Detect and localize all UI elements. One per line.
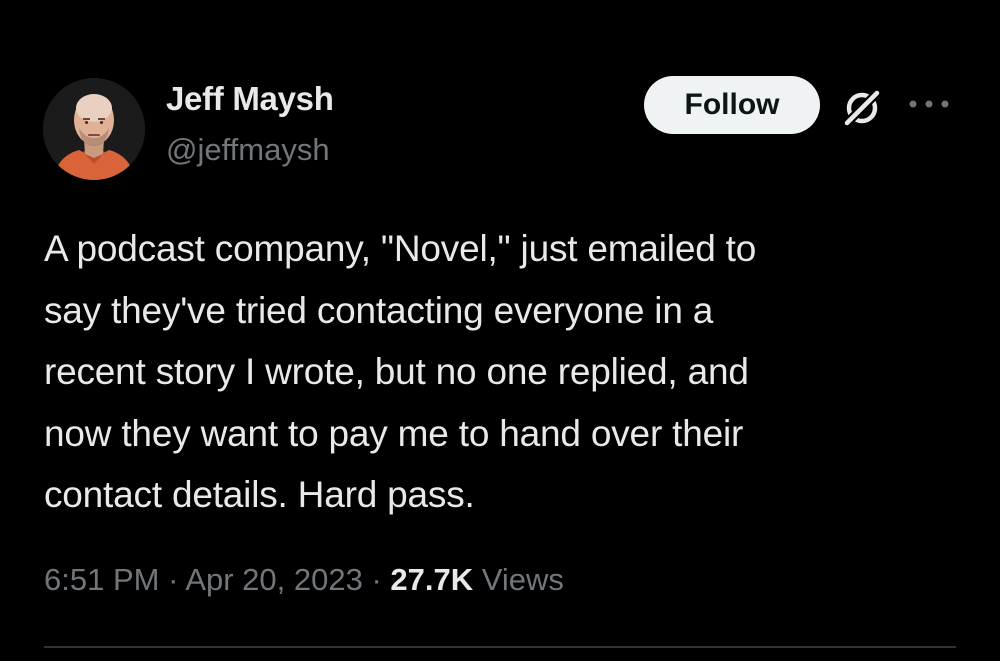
more-icon[interactable] (905, 94, 955, 114)
tweet-text: A podcast company, "Novel," just emailed… (44, 218, 944, 526)
grok-icon[interactable] (840, 86, 884, 130)
avatar-image (43, 78, 145, 180)
author-handle[interactable]: @jeffmaysh (166, 132, 330, 168)
meta-separator: · (371, 562, 382, 597)
tweet: Jeff Maysh @jeffmaysh Follow A podcast c… (0, 0, 1000, 661)
tweet-line: say they've tried contacting everyone in… (44, 289, 714, 331)
follow-button[interactable]: Follow (644, 76, 820, 134)
meta-separator: · (168, 562, 179, 597)
views-count: 27.7K (390, 562, 474, 597)
divider (44, 646, 956, 648)
tweet-meta: 6:51 PM · Apr 20, 2023 · 27.7K Views (44, 562, 564, 598)
tweet-line: A podcast company, "Novel," just emailed… (44, 228, 757, 269)
tweet-time[interactable]: 6:51 PM (44, 562, 159, 597)
avatar[interactable] (43, 78, 145, 180)
tweet-date[interactable]: Apr 20, 2023 (185, 562, 363, 597)
author-name[interactable]: Jeff Maysh (166, 80, 334, 118)
tweet-line: recent story I wrote, but no one replied… (44, 351, 749, 392)
tweet-line: contact details. Hard pass. (44, 474, 475, 515)
views-label: Views (481, 562, 564, 597)
tweet-line: now they want to pay me to hand over the… (44, 412, 744, 454)
